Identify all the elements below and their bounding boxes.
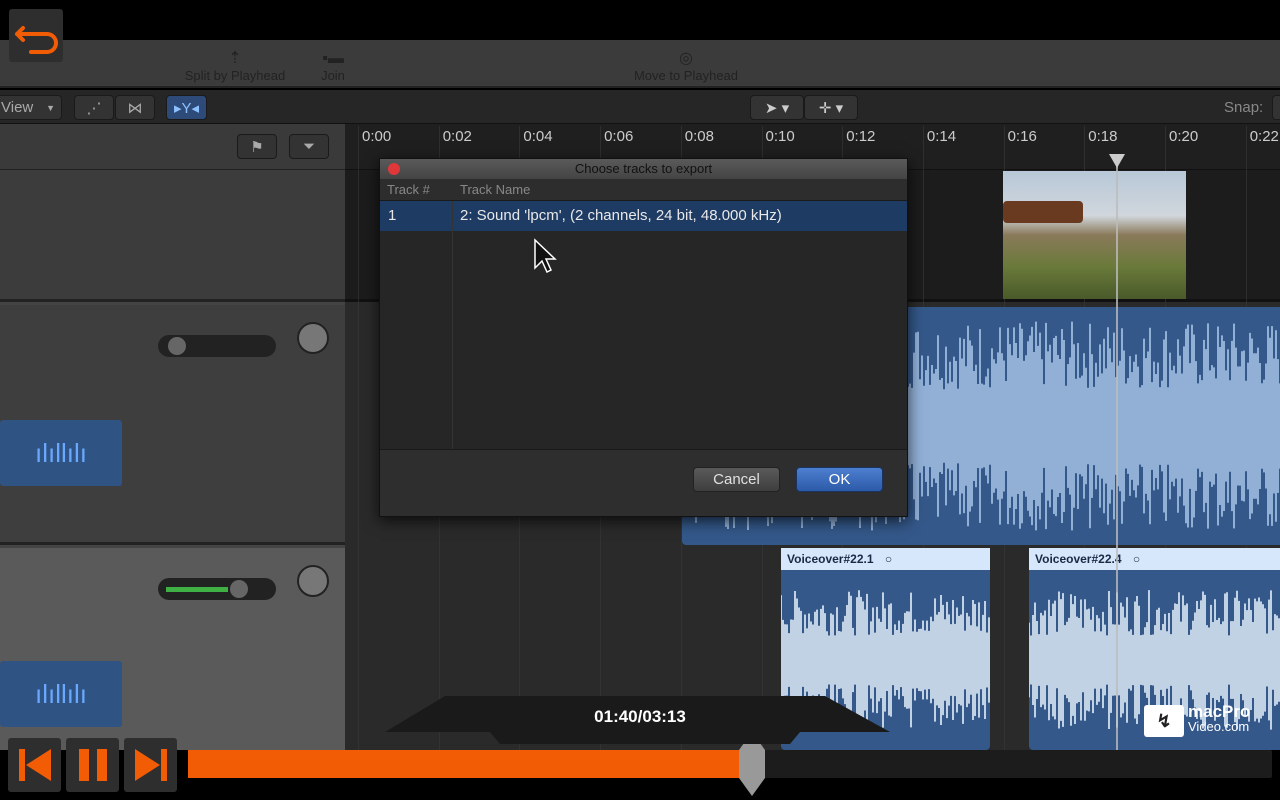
progress-bar[interactable] xyxy=(188,732,1272,796)
dialog-title: Choose tracks to export xyxy=(574,161,713,176)
track-name: 2: Sound 'lpcm', (2 channels, 24 bit, 48… xyxy=(460,207,782,224)
ruler-tick-label: 0:22 xyxy=(1249,128,1279,145)
column-track-name[interactable]: Track Name xyxy=(460,182,530,197)
crossfade-button[interactable]: ⋈ xyxy=(115,95,155,120)
track-headers: ⚑ ⏷ ılıllılı ılıllılı xyxy=(0,124,345,750)
ruler-tick-label: 0:00 xyxy=(362,128,392,145)
filter-icon: ▸Y◂ xyxy=(173,99,200,117)
track-header-bar: ⚑ ⏷ xyxy=(0,124,345,170)
keyframe-icon: ⋰ xyxy=(86,99,102,117)
column-track-number[interactable]: Track # xyxy=(387,182,430,197)
pointer-icon: ➤ ▾ xyxy=(764,99,790,117)
chevron-down-icon: ▼ xyxy=(46,102,55,113)
progress-fill xyxy=(188,750,752,778)
pause-button[interactable] xyxy=(66,738,119,792)
column-divider xyxy=(452,201,453,449)
ruler-tick-label: 0:18 xyxy=(1088,128,1118,145)
video-thumbnail xyxy=(1003,171,1186,299)
pointer-tool-dropdown[interactable]: ➤ ▾ xyxy=(750,95,804,120)
crosshair-icon: ✛ ▾ xyxy=(818,99,844,117)
view-dropdown[interactable]: View ▼ xyxy=(0,95,62,120)
video-track-header xyxy=(0,170,345,302)
previous-button[interactable] xyxy=(8,738,61,792)
cancel-button[interactable]: Cancel xyxy=(693,467,780,492)
move-label: Move to Playhead xyxy=(633,68,739,83)
secondary-toolbar: View ▼ ⋰ ⋈ ▸Y◂ ➤ ▾ ✛ ▾ Snap: xyxy=(0,90,1280,124)
ruler-tick-label: 0:14 xyxy=(926,128,957,145)
skip-back-icon xyxy=(18,749,51,781)
ruler-tick-label: 0:02 xyxy=(442,128,472,145)
ruler-tick-label: 0:10 xyxy=(765,128,795,145)
ruler-tick-label: 0:12 xyxy=(846,128,876,145)
join-icon: ▪▬ xyxy=(322,50,344,67)
slider-thumb[interactable] xyxy=(230,580,248,598)
clip-status-icon: ○ xyxy=(884,552,893,566)
table-row[interactable]: 1 2: Sound 'lpcm', (2 channels, 24 bit, … xyxy=(380,201,907,231)
cancel-label: Cancel xyxy=(713,471,760,488)
logo-line-1: macPro xyxy=(1188,702,1251,721)
ruler-tick-label: 0:04 xyxy=(523,128,553,145)
macprovideo-logo-icon: ↯ xyxy=(1144,705,1184,737)
snap-dropdown[interactable] xyxy=(1272,95,1280,120)
ok-button[interactable]: OK xyxy=(796,467,883,492)
join-label: Join xyxy=(321,68,345,83)
close-icon[interactable] xyxy=(388,163,400,175)
export-tracks-dialog: Choose tracks to export Track # Track Na… xyxy=(379,158,908,517)
audio-track-header-1: ılıllılı xyxy=(0,305,345,545)
flag-icon: ⚑ xyxy=(250,138,264,156)
macprovideo-logo: macPro Video.com xyxy=(1188,702,1251,734)
logo-line-2: Video.com xyxy=(1188,719,1250,734)
slider-thumb[interactable] xyxy=(168,337,186,355)
next-button[interactable] xyxy=(124,738,177,792)
dropdown-icon: ⏷ xyxy=(302,138,315,155)
ruler-tick-label: 0:06 xyxy=(604,128,634,145)
filter-button[interactable]: ▸Y◂ xyxy=(166,95,207,120)
track-number: 1 xyxy=(388,207,397,224)
split-label: Split by Playhead xyxy=(184,68,286,83)
ok-label: OK xyxy=(828,471,851,488)
join-button[interactable]: ▪▬ Join xyxy=(308,40,358,88)
clip-title: Voiceover#22.1 xyxy=(787,552,874,566)
split-by-playhead-button[interactable]: ⇡ Split by Playhead xyxy=(170,40,300,88)
pan-knob[interactable] xyxy=(297,322,329,354)
playback-time: 01:40/03:13 xyxy=(594,707,686,726)
mouse-cursor-icon xyxy=(534,238,557,274)
target-icon: ◎ xyxy=(679,50,693,67)
clip-header: Voiceover#22.1 ○ xyxy=(781,548,990,570)
grid-line xyxy=(358,126,359,750)
clip-status-icon: ○ xyxy=(1132,552,1141,566)
volume-slider[interactable] xyxy=(158,578,276,600)
toolbar: ⇡ Split by Playhead ▪▬ Join ◎ Move to Playh… xyxy=(0,40,1280,88)
skip-forward-icon xyxy=(134,749,167,781)
dialog-titlebar: Choose tracks to export xyxy=(380,159,907,179)
back-button[interactable] xyxy=(9,9,63,62)
audio-track-header-2: ılıllılı xyxy=(0,548,345,750)
clip-header: Voiceover#22.4 ○ xyxy=(1029,548,1280,570)
waveform-icon: ılıllılı xyxy=(0,420,122,486)
crossfade-icon: ⋈ xyxy=(127,99,143,117)
snap-label: Snap: xyxy=(1224,99,1264,116)
menu-button[interactable]: ⏷ xyxy=(289,134,329,159)
split-icon: ⇡ xyxy=(228,50,242,67)
waveform-icon: ılıllılı xyxy=(0,661,122,727)
move-to-playhead-button[interactable]: ◎ Move to Playhead xyxy=(616,40,756,88)
marker-button[interactable]: ⚑ xyxy=(237,134,277,159)
ruler-tick-label: 0:08 xyxy=(684,128,714,145)
pause-icon xyxy=(78,749,107,781)
clip-title: Voiceover#22.4 xyxy=(1035,552,1122,566)
back-arrow-icon xyxy=(15,26,58,54)
pipe-shape xyxy=(1003,201,1083,223)
crosshair-tool-dropdown[interactable]: ✛ ▾ xyxy=(804,95,858,120)
ruler-tick-label: 0:20 xyxy=(1169,128,1199,145)
playhead-handle[interactable] xyxy=(1109,154,1125,168)
pan-knob[interactable] xyxy=(297,565,329,597)
view-label: View xyxy=(1,99,34,116)
ruler-tick-label: 0:16 xyxy=(1007,128,1037,145)
video-top-bar xyxy=(0,0,1280,40)
volume-level xyxy=(166,587,228,592)
table-header: Track # Track Name xyxy=(380,179,907,201)
volume-slider[interactable] xyxy=(158,335,276,357)
playhead[interactable] xyxy=(1116,160,1118,750)
keyframe-button[interactable]: ⋰ xyxy=(74,95,114,120)
